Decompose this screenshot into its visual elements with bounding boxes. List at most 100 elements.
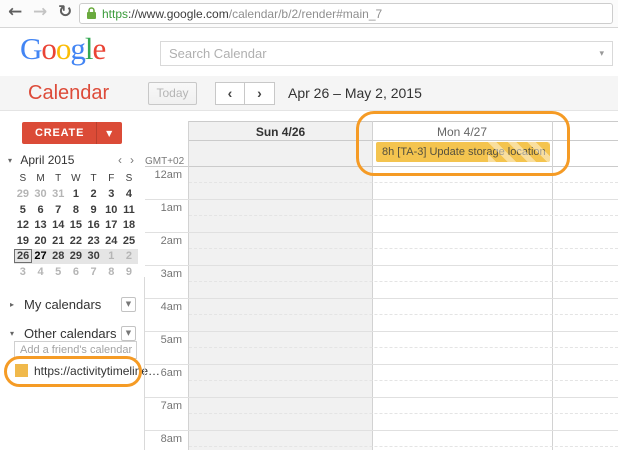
search-input[interactable]: Search Calendar	[161, 46, 599, 61]
hour-grid-line	[145, 265, 618, 266]
mini-calendar-date[interactable]: 13	[32, 219, 50, 231]
mini-calendar-date[interactable]: 30	[85, 250, 103, 262]
app-header: Google Search Calendar ▾	[0, 28, 618, 76]
mini-calendar-date[interactable]: 9	[120, 266, 138, 278]
mini-calendar-date[interactable]: 22	[67, 235, 85, 247]
url-scheme: https	[102, 7, 128, 21]
mini-calendar-date[interactable]: 2	[85, 188, 103, 200]
mini-calendar-date[interactable]: 1	[67, 188, 85, 200]
mini-calendar-date[interactable]: 5	[49, 266, 67, 278]
mini-calendar-date[interactable]: 29	[14, 188, 32, 200]
mini-calendar-date[interactable]: 29	[67, 250, 85, 262]
other-calendars-label[interactable]: Other calendars	[24, 326, 117, 341]
mini-calendar-date[interactable]: 6	[67, 266, 85, 278]
my-calendars-label[interactable]: My calendars	[24, 297, 101, 312]
mini-calendar-week-row: 12131415161718	[14, 218, 138, 234]
grid-line	[145, 166, 618, 167]
half-hour-grid-line	[189, 182, 618, 183]
mini-calendar-date[interactable]: 31	[49, 188, 67, 200]
mini-calendar-selected-date[interactable]: 26	[14, 249, 32, 263]
other-calendars-collapse-icon[interactable]: ▾	[10, 329, 14, 338]
mini-calendar-week-row: 3456789	[14, 264, 138, 280]
logo-letter: G	[20, 31, 41, 66]
address-bar[interactable]: https://www.google.com/calendar/b/2/rend…	[79, 3, 613, 24]
mini-calendar-date[interactable]: 12	[14, 219, 32, 231]
mini-calendar-grid: 2930311234567891011121314151617181920212…	[14, 187, 138, 280]
mini-calendar-date[interactable]: 2	[120, 250, 138, 262]
half-hour-grid-line	[189, 215, 618, 216]
prev-week-button[interactable]: ‹	[215, 82, 245, 105]
mini-calendar-date[interactable]: 25	[120, 235, 138, 247]
add-friend-calendar-input[interactable]: Add a friend's calendar	[14, 341, 137, 359]
grid-line	[188, 121, 618, 122]
day-header-sun[interactable]: Sun 4/26	[189, 125, 372, 139]
mini-calendar-date[interactable]: 1	[102, 250, 120, 262]
sidebar-main-divider	[144, 277, 145, 450]
mini-calendar-date[interactable]: 7	[49, 204, 67, 216]
url-domain: ://www.google.com	[128, 7, 229, 21]
mini-calendar-date[interactable]: 10	[102, 204, 120, 216]
mini-calendar-date[interactable]: 9	[85, 204, 103, 216]
browser-back-icon[interactable]: ←	[8, 2, 22, 22]
other-calendars-dropdown-icon[interactable]: ▼	[121, 326, 136, 341]
all-day-event[interactable]: 8h [TA-3] Update storage location	[376, 142, 550, 162]
browser-forward-icon[interactable]: →	[33, 2, 47, 22]
mini-calendar-date[interactable]: 20	[32, 235, 50, 247]
mini-calendar-next-icon[interactable]: ›	[126, 153, 138, 167]
ssl-lock-icon	[86, 7, 97, 20]
mini-calendar-date[interactable]: 8	[67, 204, 85, 216]
mini-calendar-month-label: April 2015	[20, 153, 74, 167]
mini-calendar-date[interactable]: 4	[32, 266, 50, 278]
create-dropdown-caret-icon[interactable]: ▼	[97, 129, 122, 138]
url-text: https://www.google.com/calendar/b/2/rend…	[102, 7, 382, 21]
mini-calendar-date[interactable]: 4	[120, 188, 138, 200]
mini-calendar-date[interactable]: 7	[85, 266, 103, 278]
grid-line	[188, 140, 618, 141]
half-hour-grid-line	[189, 380, 618, 381]
mini-calendar-date[interactable]: 14	[49, 219, 67, 231]
mini-calendar-date[interactable]: 5	[14, 204, 32, 216]
mini-calendar-date[interactable]: 19	[14, 235, 32, 247]
mini-calendar-week-row: 2930311234	[14, 187, 138, 203]
other-calendars-section: ▾ Other calendars ▼	[0, 326, 144, 342]
calendar-header: Calendar Today ‹ › Apr 26 – May 2, 2015	[0, 76, 618, 111]
day-header-mon[interactable]: Mon 4/27	[372, 125, 552, 139]
search-calendar-box[interactable]: Search Calendar ▾	[160, 41, 613, 66]
external-calendar-item[interactable]: https://activitytimeline…	[15, 363, 143, 379]
week-nav: ‹ ›	[215, 82, 275, 105]
mini-calendar-date[interactable]: 27	[32, 250, 50, 262]
mini-calendar-date[interactable]: 16	[85, 219, 103, 231]
my-calendars-dropdown-icon[interactable]: ▼	[121, 297, 136, 312]
event-stripes-pattern	[488, 142, 550, 162]
mini-calendar-week-row: 262728293012	[14, 249, 138, 265]
mini-calendar-date[interactable]: 3	[14, 266, 32, 278]
my-calendars-collapse-icon[interactable]: ▸	[10, 300, 14, 309]
mini-calendar-date[interactable]: 8	[102, 266, 120, 278]
hour-label: 8am	[145, 433, 182, 445]
half-hour-grid-line	[189, 413, 618, 414]
create-button[interactable]: CREATE ▼	[22, 122, 122, 144]
mini-calendar-date[interactable]: 11	[120, 204, 138, 216]
half-hour-grid-line	[189, 446, 618, 447]
mini-calendar-date[interactable]: 28	[49, 250, 67, 262]
mini-calendar-prev-icon[interactable]: ‹	[114, 153, 126, 167]
url-path: /calendar/b/2/render#main_7	[229, 7, 382, 21]
browser-reload-icon[interactable]: ↻	[58, 2, 72, 22]
mini-calendar-date[interactable]: 30	[32, 188, 50, 200]
mini-calendar-day-header: S	[14, 173, 32, 184]
mini-calendar-date[interactable]: 15	[67, 219, 85, 231]
today-button[interactable]: Today	[148, 82, 197, 105]
mini-calendar-collapse-icon[interactable]: ▾	[8, 156, 12, 165]
mini-calendar-date[interactable]: 23	[85, 235, 103, 247]
mini-calendar-date[interactable]: 21	[49, 235, 67, 247]
hour-grid-line	[145, 331, 618, 332]
mini-calendar-date[interactable]: 3	[102, 188, 120, 200]
mini-calendar-date[interactable]: 6	[32, 204, 50, 216]
mini-calendar-date[interactable]: 17	[102, 219, 120, 231]
mini-calendar-date[interactable]: 24	[102, 235, 120, 247]
half-hour-grid-line	[189, 281, 618, 282]
search-options-caret-icon[interactable]: ▾	[599, 49, 612, 59]
mini-calendar-date[interactable]: 18	[120, 219, 138, 231]
half-hour-grid-line	[189, 248, 618, 249]
next-week-button[interactable]: ›	[245, 82, 275, 105]
